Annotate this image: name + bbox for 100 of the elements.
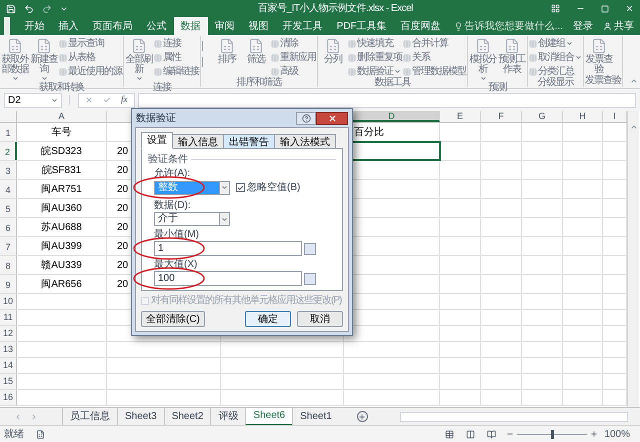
input-field[interactable]: 1 [154, 241, 302, 256]
dialog-tab[interactable]: 出错警告 [223, 134, 275, 149]
dialog-button[interactable]: 全部清除(C) [141, 311, 205, 327]
range-select-icon[interactable] [304, 272, 316, 284]
dialog-button[interactable]: 取消 [297, 311, 343, 327]
horizontal-scrollbar[interactable] [400, 412, 628, 422]
help-button[interactable] [296, 112, 316, 124]
page-layout-icon[interactable] [466, 430, 476, 438]
maximize-icon[interactable] [601, 4, 609, 12]
input-field[interactable]: 100 [154, 271, 302, 286]
scroll-left-icon[interactable] [14, 412, 22, 420]
range-select-icon[interactable] [304, 242, 316, 254]
ribbon-small-button[interactable]: 最近使用的源 [59, 66, 122, 77]
menu-tab[interactable]: 页面布局 [86, 17, 140, 35]
ribbon-small-button[interactable]: 取消组合 [529, 52, 582, 63]
ribbon-large-button[interactable]: 发票查验 [585, 38, 613, 75]
ribbon-large-button[interactable]: 新建查询 [30, 38, 58, 82]
macro-record-icon[interactable] [36, 430, 45, 438]
ribbon-large-button[interactable]: 分列 [319, 38, 347, 65]
ribbon-small-button[interactable]: 分类汇总 [529, 66, 582, 77]
dialog-tab[interactable]: 输入信息 [172, 134, 224, 149]
column-header[interactable]: F [481, 111, 522, 122]
dialog-button[interactable]: 确定 [245, 311, 291, 327]
menu-tab[interactable]: 百度网盘 [394, 17, 448, 35]
dropdown-field[interactable]: 整数 [154, 180, 230, 194]
row-header[interactable]: 8 [0, 256, 17, 274]
redo-icon[interactable] [42, 4, 52, 14]
vertical-scrollbar[interactable] [627, 111, 639, 407]
ribbon-large-button[interactable]: 排序 [213, 38, 241, 65]
checkbox[interactable] [236, 183, 245, 192]
ribbon-small-button[interactable]: 创建组 [529, 38, 582, 49]
ribbon-small-button[interactable]: 高级 [271, 66, 316, 77]
row-header[interactable]: 7 [0, 237, 17, 255]
add-sheet-button[interactable] [356, 411, 368, 422]
ribbon-small-button[interactable]: 数据验证 [348, 66, 402, 77]
row-header[interactable]: 2 [0, 142, 17, 160]
menu-tab[interactable]: 开发工具 [276, 17, 330, 35]
formula-input[interactable] [138, 92, 636, 108]
dropdown-field[interactable]: 介于 [154, 212, 230, 226]
menu-tab[interactable]: PDF工具集 [330, 17, 394, 35]
ribbon-small-button[interactable]: 合并计算 [403, 38, 466, 49]
row-header[interactable]: 3 [0, 161, 17, 179]
column-header[interactable]: A [17, 111, 107, 122]
menu-tab[interactable]: 插入 [52, 17, 86, 35]
close-icon[interactable] [625, 4, 634, 13]
zoom-in-icon[interactable] [590, 430, 598, 438]
dialog-tab[interactable]: 输入法模式 [274, 134, 336, 149]
scroll-right-icon[interactable] [30, 412, 38, 420]
menu-tab[interactable]: 公式 [140, 17, 174, 35]
scroll-up-icon[interactable] [630, 123, 638, 131]
row-header[interactable]: 4 [0, 180, 17, 198]
share-button[interactable]: 共享 [597, 17, 640, 35]
row-header[interactable]: 5 [0, 199, 17, 217]
column-header[interactable]: E [440, 111, 481, 122]
ribbon-small-button[interactable]: 删除重复项 [348, 52, 402, 63]
ribbon-large-button[interactable]: 筛选 [242, 38, 270, 65]
ribbon-small-button[interactable]: 快速填充 [348, 38, 402, 49]
slider-thumb[interactable] [551, 430, 554, 438]
row-header[interactable]: 15 [0, 374, 17, 389]
insert-function-button[interactable]: fx [121, 93, 128, 107]
cancel-icon[interactable] [85, 96, 93, 104]
dialog-tab[interactable]: 设置 [141, 132, 173, 149]
sheet-tab[interactable]: Sheet6 [245, 408, 292, 426]
row-header[interactable]: 16 [0, 390, 17, 405]
enter-icon[interactable] [103, 96, 111, 104]
save-icon[interactable] [6, 4, 16, 14]
ribbon-small-button[interactable]: 从表格 [59, 52, 122, 63]
zoom-level[interactable]: 100% [604, 426, 630, 442]
row-header[interactable]: 1 [0, 123, 17, 141]
row-header[interactable]: 6 [0, 218, 17, 236]
tell-me-field[interactable]: 告诉我您想要做什么... [448, 17, 569, 35]
ribbon-options-icon[interactable] [551, 4, 560, 13]
ribbon-small-button[interactable]: 显示查询 [59, 38, 122, 49]
row-header[interactable]: 14 [0, 358, 17, 373]
column-header[interactable]: H [563, 111, 603, 122]
row-header[interactable]: 11 [0, 310, 17, 325]
ribbon-small-button[interactable]: 编辑链接 [154, 66, 199, 77]
menu-tab[interactable]: 视图 [242, 17, 276, 35]
ribbon-large-button[interactable]: 预测工作表 [498, 38, 526, 75]
row-header[interactable]: 10 [0, 294, 17, 309]
ribbon-small-button[interactable]: 关系 [403, 52, 466, 63]
ribbon-small-button[interactable]: 连接 [154, 38, 199, 49]
sign-in-link[interactable]: 登录 [569, 17, 597, 35]
row-header[interactable]: 9 [0, 275, 17, 293]
page-break-view-icon[interactable] [487, 430, 496, 438]
row-header[interactable]: 12 [0, 326, 17, 341]
ribbon-large-button[interactable]: 模拟分析 [469, 38, 497, 82]
menu-tab[interactable]: 数据 [174, 17, 208, 35]
column-header[interactable]: G [522, 111, 563, 122]
close-button[interactable] [316, 112, 348, 124]
menu-tab[interactable]: 审阅 [208, 17, 242, 35]
row-header[interactable]: 13 [0, 342, 17, 357]
ribbon-small-button[interactable]: 清除 [271, 38, 316, 49]
collapse-ribbon-icon[interactable] [630, 77, 638, 85]
ribbon-small-button[interactable]: 重新应用 [271, 52, 316, 63]
undo-icon[interactable] [24, 4, 34, 14]
menu-tab[interactable]: 开始 [18, 17, 52, 35]
ribbon-large-button[interactable]: 获取外部数据 [1, 38, 29, 82]
name-box[interactable]: D2 [4, 92, 62, 108]
ribbon-small-button[interactable]: 管理数据模型 [403, 66, 466, 77]
